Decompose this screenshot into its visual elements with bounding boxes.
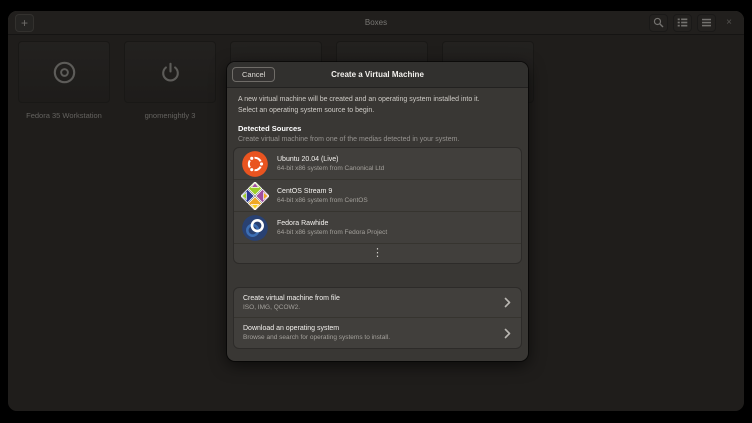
create-from-file-row[interactable]: Create virtual machine from file ISO, IM… xyxy=(234,288,521,318)
description-line-1: A new virtual machine will be created an… xyxy=(238,95,517,106)
source-name: CentOS Stream 9 xyxy=(277,187,368,197)
source-row-fedora[interactable]: Fedora Rawhide 64-bit x86 system from Fe… xyxy=(234,212,521,244)
chevron-right-icon xyxy=(503,327,512,340)
source-details: 64-bit x86 system from Canonical Ltd xyxy=(277,165,384,173)
download-os-row[interactable]: Download an operating system Browse and … xyxy=(234,318,521,348)
creation-actions-list: Create virtual machine from file ISO, IM… xyxy=(233,287,522,349)
detected-sources-list: Ubuntu 20.04 (Live) 64-bit x86 system fr… xyxy=(233,147,522,264)
action-subtitle: ISO, IMG, QCOW2. xyxy=(243,304,340,312)
cancel-button[interactable]: Cancel xyxy=(232,67,275,83)
vertical-ellipsis-icon: ⋮ xyxy=(372,248,383,259)
detected-sources-heading: Detected Sources xyxy=(238,124,517,133)
centos-logo-icon xyxy=(241,182,269,210)
dialog-headerbar: Cancel Create a Virtual Machine xyxy=(227,62,528,88)
source-row-centos[interactable]: CentOS Stream 9 64-bit x86 system from C… xyxy=(234,180,521,212)
boxes-window: + Boxes xyxy=(8,11,744,411)
screen: + Boxes xyxy=(0,0,752,423)
dialog-body: A new virtual machine will be created an… xyxy=(227,88,528,349)
show-more-sources-button[interactable]: ⋮ xyxy=(234,244,521,263)
dialog-description: A new virtual machine will be created an… xyxy=(238,95,517,116)
chevron-right-icon xyxy=(503,296,512,309)
description-line-2: Select an operating system source to beg… xyxy=(238,106,517,117)
source-name: Fedora Rawhide xyxy=(277,219,387,229)
action-title: Download an operating system xyxy=(243,324,390,334)
source-details: 64-bit x86 system from Fedora Project xyxy=(277,229,387,237)
action-title: Create virtual machine from file xyxy=(243,294,340,304)
source-details: 64-bit x86 system from CentOS xyxy=(277,197,368,205)
fedora-logo-icon xyxy=(241,214,269,242)
ubuntu-logo-icon xyxy=(241,150,269,178)
detected-sources-caption: Create virtual machine from one of the m… xyxy=(238,136,517,143)
create-vm-dialog: Cancel Create a Virtual Machine A new vi… xyxy=(227,62,528,361)
source-name: Ubuntu 20.04 (Live) xyxy=(277,155,384,165)
source-row-ubuntu[interactable]: Ubuntu 20.04 (Live) 64-bit x86 system fr… xyxy=(234,148,521,180)
action-subtitle: Browse and search for operating systems … xyxy=(243,334,390,342)
